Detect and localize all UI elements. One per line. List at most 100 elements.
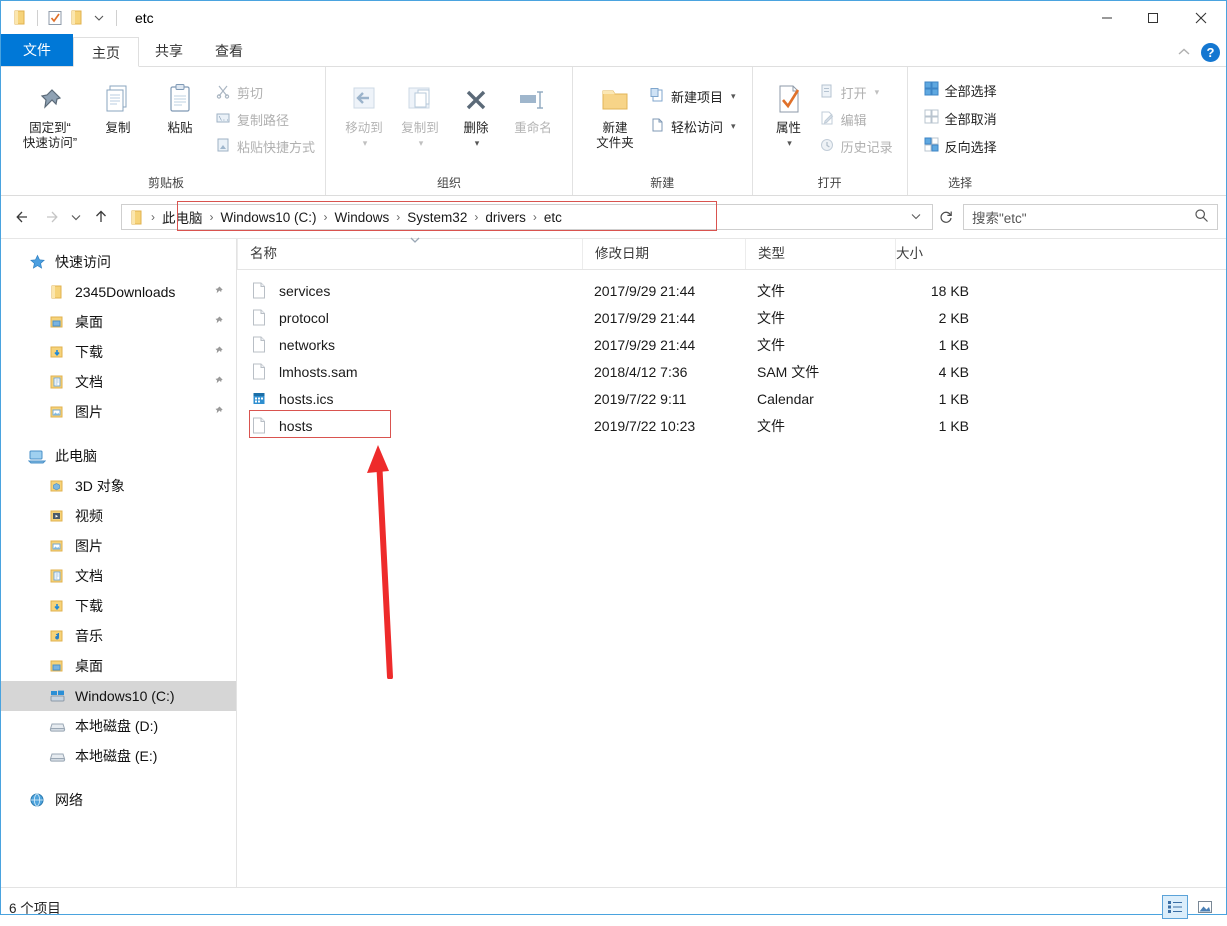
details-view-icon[interactable] (1162, 895, 1188, 919)
sidebar-item-local-disk-e[interactable]: 本地磁盘 (E:) (1, 741, 236, 771)
maximize-button[interactable] (1130, 1, 1176, 34)
copy-label: 复制 (105, 121, 131, 135)
select-all-button[interactable]: 全部选择 (920, 79, 1001, 101)
delete-button[interactable]: 删除 ▾ (448, 71, 504, 151)
select-none-button[interactable]: 全部取消 (920, 107, 1001, 129)
pin-icon[interactable] (212, 344, 224, 360)
column-header-size[interactable]: 大小 (895, 239, 981, 269)
sidebar-item-2345downloads[interactable]: 2345Downloads (1, 277, 236, 307)
breadcrumb-item-4[interactable]: drivers (481, 210, 530, 225)
delete-icon (460, 79, 492, 121)
file-name-cell[interactable]: lmhosts.sam (237, 363, 582, 380)
tab-file[interactable]: 文件 (1, 34, 73, 66)
folder-icon (47, 282, 67, 302)
copy-to-button[interactable]: 复制到 ▾ (392, 71, 448, 151)
sidebar-item-videos[interactable]: 视频 (1, 501, 236, 531)
tab-view[interactable]: 查看 (199, 36, 259, 66)
folder-icon[interactable] (9, 7, 31, 29)
customize-chevron-icon[interactable] (88, 7, 110, 29)
paste-shortcut-button[interactable]: 粘贴快捷方式 (211, 135, 319, 157)
easy-access-caret-icon: ▾ (731, 120, 736, 131)
new-folder-icon[interactable] (66, 7, 88, 29)
breadcrumb-separator[interactable]: › (471, 210, 481, 224)
sidebar-item-desktop-pc[interactable]: 桌面 (1, 651, 236, 681)
paste-shortcut-label: 粘贴快捷方式 (237, 139, 316, 155)
table-row[interactable]: protocol 2017/9/29 21:44 文件 2 KB (237, 304, 1226, 331)
help-button[interactable]: ? (1201, 43, 1220, 62)
invert-selection-button[interactable]: 反向选择 (920, 135, 1001, 157)
sidebar-item-documents[interactable]: 文档 (1, 367, 236, 397)
new-folder-button[interactable]: 新建 文件夹 (585, 71, 645, 151)
address-dropdown-chevron-down-icon[interactable] (910, 210, 928, 225)
breadcrumb-separator[interactable]: › (321, 210, 331, 224)
column-header-type[interactable]: 类型 (745, 239, 895, 269)
up-arrow-icon[interactable] (87, 203, 115, 231)
sidebar-item-desktop[interactable]: 桌面 (1, 307, 236, 337)
sidebar-item-pictures[interactable]: 图片 (1, 397, 236, 427)
sidebar-section-this-pc[interactable]: 此电脑 (1, 441, 236, 471)
breadcrumb-item-5[interactable]: etc (540, 210, 566, 225)
new-item-button[interactable]: 新建项目 ▾ (645, 85, 740, 107)
pin-icon[interactable] (212, 404, 224, 420)
rename-button[interactable]: 重命名 (504, 71, 562, 136)
sidebar-item-pictures-pc[interactable]: 图片 (1, 531, 236, 561)
file-name-cell[interactable]: hosts (237, 417, 582, 434)
move-to-button[interactable]: 移动到 ▾ (336, 71, 392, 151)
breadcrumb-item-1[interactable]: Windows10 (C:) (217, 210, 321, 225)
copy-path-button[interactable]: \.. 复制路径 (211, 108, 319, 130)
search-input[interactable]: 搜索"etc" (963, 204, 1218, 230)
tab-share[interactable]: 共享 (139, 36, 199, 66)
collapse-ribbon-icon[interactable] (1177, 45, 1191, 60)
forward-arrow-icon[interactable] (37, 203, 65, 231)
sidebar-item-windows10-c[interactable]: Windows10 (C:) (1, 681, 236, 711)
large-icons-view-icon[interactable] (1192, 895, 1218, 919)
minimize-button[interactable] (1084, 1, 1130, 34)
breadcrumb-separator[interactable]: › (393, 210, 403, 224)
pin-icon[interactable] (212, 284, 224, 300)
sidebar-item-downloads-pc[interactable]: 下载 (1, 591, 236, 621)
sidebar-section-network[interactable]: 网络 (1, 785, 236, 815)
table-row[interactable]: lmhosts.sam 2018/4/12 7:36 SAM 文件 4 KB (237, 358, 1226, 385)
breadcrumb-separator: › (151, 210, 155, 224)
refresh-icon[interactable] (933, 204, 959, 230)
history-button[interactable]: 历史记录 (815, 135, 897, 157)
file-name-cell[interactable]: protocol (237, 309, 582, 326)
properties-button[interactable]: 属性 ▾ (763, 71, 815, 151)
cut-button[interactable]: 剪切 (211, 81, 319, 103)
sidebar-item-local-disk-d[interactable]: 本地磁盘 (D:) (1, 711, 236, 741)
breadcrumb-item-3[interactable]: System32 (403, 210, 471, 225)
tab-home[interactable]: 主页 (73, 37, 139, 67)
open-button[interactable]: 打开 ▾ (815, 81, 897, 103)
pin-icon[interactable] (212, 374, 224, 390)
search-icon[interactable] (1194, 208, 1209, 226)
table-row[interactable]: hosts.ics 2019/7/22 9:11 Calendar 1 KB (237, 385, 1226, 412)
file-name-cell[interactable]: services (237, 282, 582, 299)
file-name-cell[interactable]: networks (237, 336, 582, 353)
copy-button[interactable]: 复制 (87, 71, 149, 136)
recent-locations-chevron-down-icon[interactable] (65, 203, 87, 231)
properties-checkbox-icon[interactable] (44, 7, 66, 29)
breadcrumb-separator[interactable]: › (207, 210, 217, 224)
table-row[interactable]: hosts 2019/7/22 10:23 文件 1 KB (237, 412, 1226, 439)
close-button[interactable] (1176, 1, 1226, 34)
breadcrumb-separator[interactable]: › (530, 210, 540, 224)
back-arrow-icon[interactable] (9, 203, 37, 231)
breadcrumb-item-2[interactable]: Windows (331, 210, 394, 225)
file-name-cell[interactable]: hosts.ics (237, 391, 582, 407)
pin-icon[interactable] (212, 314, 224, 330)
sidebar-item-documents-pc[interactable]: 文档 (1, 561, 236, 591)
sidebar-item-music[interactable]: 音乐 (1, 621, 236, 651)
sidebar-item-3d-objects[interactable]: 3D 对象 (1, 471, 236, 501)
sidebar-item-downloads[interactable]: 下载 (1, 337, 236, 367)
window-controls (1084, 1, 1226, 34)
sidebar-section-quick-access[interactable]: 快速访问 (1, 247, 236, 277)
easy-access-button[interactable]: 轻松访问 ▾ (645, 115, 740, 137)
breadcrumb[interactable]: › 此电脑 › Windows10 (C:) › Windows › Syste… (121, 204, 933, 230)
column-header-date[interactable]: 修改日期 (582, 239, 745, 269)
edit-button[interactable]: 编辑 (815, 108, 897, 130)
breadcrumb-item-0[interactable]: 此电脑 (158, 207, 207, 227)
table-row[interactable]: networks 2017/9/29 21:44 文件 1 KB (237, 331, 1226, 358)
paste-button[interactable]: 粘贴 (149, 71, 211, 136)
table-row[interactable]: services 2017/9/29 21:44 文件 18 KB (237, 277, 1226, 304)
pin-to-quick-access-button[interactable]: 固定到“ 快速访问” (13, 71, 87, 151)
